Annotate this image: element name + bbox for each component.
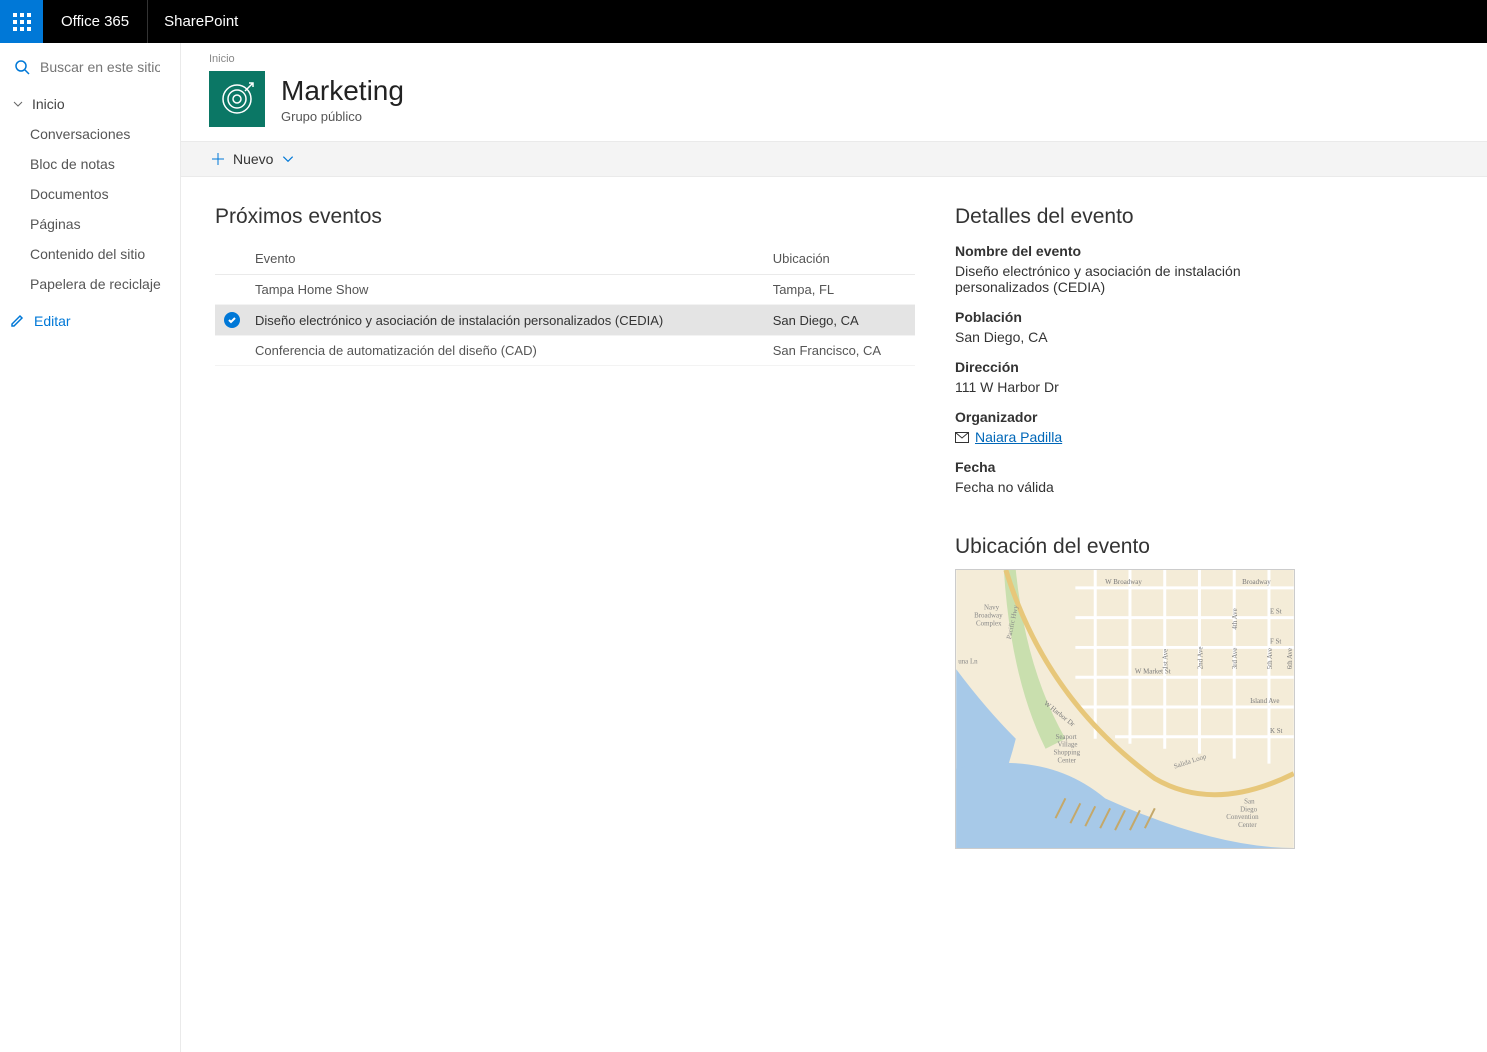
site-subtitle: Grupo público	[281, 109, 404, 124]
svg-text:F St: F St	[1270, 637, 1281, 645]
svg-text:4th Ave: 4th Ave	[1231, 608, 1239, 629]
table-row[interactable]: Tampa Home Show Tampa, FL	[215, 275, 915, 305]
plus-icon	[211, 152, 225, 166]
brand-label[interactable]: Office 365	[43, 0, 148, 43]
chevron-down-icon	[12, 98, 24, 110]
svg-text:K St: K St	[1270, 727, 1283, 735]
nav-item-label: Páginas	[30, 216, 81, 232]
nav-item-conversaciones[interactable]: Conversaciones	[0, 119, 180, 149]
detail-address-value: 111 W Harbor Dr	[955, 379, 1295, 395]
detail-city-value: San Diego, CA	[955, 329, 1295, 345]
left-nav: Inicio Conversaciones Bloc de notas Docu…	[0, 43, 181, 1052]
nav-item-label: Conversaciones	[30, 126, 130, 142]
cell-location: San Francisco, CA	[767, 336, 915, 366]
search-icon	[14, 59, 30, 75]
svg-text:E St: E St	[1270, 608, 1282, 616]
svg-text:6th Ave: 6th Ave	[1286, 648, 1294, 669]
svg-text:5th Ave: 5th Ave	[1266, 648, 1274, 669]
nav-item-label: Papelera de reciclaje	[30, 276, 161, 292]
detail-address-label: Dirección	[955, 359, 1295, 375]
app-label[interactable]: SharePoint	[148, 0, 254, 43]
row-checkbox[interactable]	[215, 275, 249, 305]
detail-date-value: Fecha no válida	[955, 479, 1295, 495]
table-row[interactable]: Diseño electrónico y asociación de insta…	[215, 305, 915, 336]
nav-item-inicio[interactable]: Inicio	[0, 89, 180, 119]
nav-item-bloc[interactable]: Bloc de notas	[0, 149, 180, 179]
detail-organizer-label: Organizador	[955, 409, 1295, 425]
breadcrumb[interactable]: Inicio	[181, 43, 1487, 65]
svg-text:W Broadway: W Broadway	[1105, 578, 1142, 586]
search-box[interactable]	[0, 51, 180, 85]
cell-event: Conferencia de automatización del diseño…	[249, 336, 767, 366]
svg-text:Broadway: Broadway	[1242, 578, 1271, 586]
detail-city-label: Población	[955, 309, 1295, 325]
command-bar: Nuevo	[181, 141, 1487, 177]
edit-nav-button[interactable]: Editar	[0, 303, 180, 339]
events-table: Evento Ubicación Tampa Home Show Tampa, …	[215, 243, 915, 366]
nav-item-paginas[interactable]: Páginas	[0, 209, 180, 239]
nav-list: Inicio Conversaciones Bloc de notas Docu…	[0, 85, 180, 303]
new-button[interactable]: Nuevo	[203, 151, 303, 167]
row-checkbox[interactable]	[215, 336, 249, 366]
check-icon	[224, 312, 240, 328]
col-location[interactable]: Ubicación	[767, 243, 915, 275]
cell-event: Diseño electrónico y asociación de insta…	[249, 305, 767, 336]
nav-item-label: Contenido del sitio	[30, 246, 145, 262]
row-checkbox[interactable]	[215, 305, 249, 336]
target-icon	[219, 81, 255, 117]
col-select	[215, 243, 249, 275]
col-event[interactable]: Evento	[249, 243, 767, 275]
nav-item-label: Inicio	[32, 96, 65, 112]
detail-name-label: Nombre del evento	[955, 243, 1295, 259]
cell-location: Tampa, FL	[767, 275, 915, 305]
main-content: Inicio Marketing Grupo público Nuevo Pró…	[181, 43, 1487, 1052]
nav-item-label: Documentos	[30, 186, 109, 202]
svg-text:2nd Ave: 2nd Ave	[1196, 646, 1204, 669]
site-title: Marketing	[281, 75, 404, 107]
nav-item-papelera[interactable]: Papelera de reciclaje	[0, 269, 180, 299]
nav-item-documentos[interactable]: Documentos	[0, 179, 180, 209]
svg-text:una Ln: una Ln	[958, 657, 978, 665]
details-section-title: Detalles del evento	[955, 205, 1295, 229]
organizer-link[interactable]: Naiara Padilla	[975, 429, 1062, 445]
chevron-down-icon	[281, 152, 295, 166]
nav-item-label: Bloc de notas	[30, 156, 115, 172]
new-button-label: Nuevo	[233, 151, 273, 167]
app-launcher[interactable]	[0, 0, 43, 43]
map-section-title: Ubicación del evento	[955, 535, 1295, 559]
table-row[interactable]: Conferencia de automatización del diseño…	[215, 336, 915, 366]
waffle-icon	[13, 13, 31, 31]
cell-location: San Diego, CA	[767, 305, 915, 336]
map-icon: W Broadway Broadway E St F St W Market S…	[956, 570, 1294, 848]
detail-date-label: Fecha	[955, 459, 1295, 475]
cell-event: Tampa Home Show	[249, 275, 767, 305]
svg-text:1st Ave: 1st Ave	[1162, 649, 1170, 670]
search-input[interactable]	[40, 59, 160, 75]
edit-nav-label: Editar	[34, 313, 71, 329]
nav-item-contenido[interactable]: Contenido del sitio	[0, 239, 180, 269]
site-header: Marketing Grupo público	[181, 65, 1487, 141]
map-widget[interactable]: W Broadway Broadway E St F St W Market S…	[955, 569, 1295, 849]
site-logo[interactable]	[209, 71, 265, 127]
svg-text:Island Ave: Island Ave	[1250, 697, 1279, 705]
detail-name-value: Diseño electrónico y asociación de insta…	[955, 263, 1295, 295]
svg-text:3rd Ave: 3rd Ave	[1231, 648, 1239, 670]
top-bar: Office 365 SharePoint	[0, 0, 1487, 43]
pencil-icon	[10, 314, 24, 328]
mail-icon	[955, 432, 969, 443]
events-section-title: Próximos eventos	[215, 205, 915, 229]
